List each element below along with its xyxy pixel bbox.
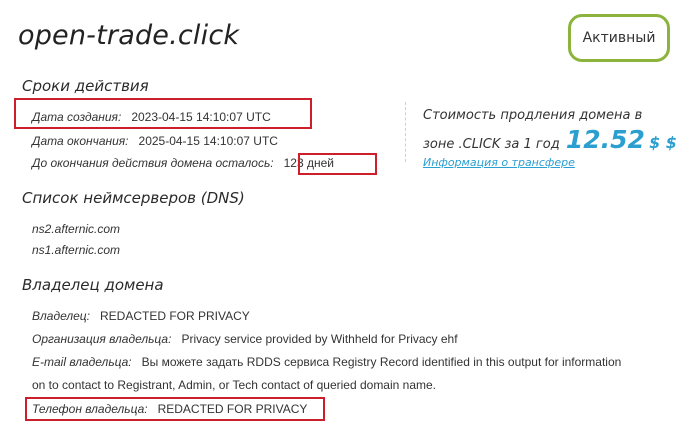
email-label: E-mail владельца: [32, 355, 132, 369]
renewal-price: 12.52 [565, 125, 645, 154]
domain-title: open-trade.click [18, 20, 240, 51]
renewal-currency: $ $ [649, 133, 677, 152]
created-value: 2023-04-15 14:10:07 UTC [131, 110, 271, 124]
nameservers-heading: Список неймсерверов (DNS) [22, 189, 245, 207]
status-badge: Активный [568, 14, 670, 62]
email-value: Вы можете задать RDDS сервиса Registry R… [141, 355, 622, 369]
phone-value: REDACTED FOR PRIVACY [157, 402, 308, 416]
owner-heading: Владелец домена [22, 276, 164, 294]
expires-label: Дата окончания: [32, 134, 129, 148]
validity-heading: Сроки действия [22, 77, 149, 95]
email-value-continued: on to contact to Registrant, Admin, or T… [32, 378, 437, 392]
expires-value: 2025-04-15 14:10:07 UTC [138, 134, 278, 148]
renewal-text-line2: зоне .CLICK за 1 год [423, 137, 560, 152]
remaining-label: До окончания действия домена осталось: [32, 156, 274, 170]
created-label: Дата создания: [32, 110, 122, 124]
remaining-value: 123 дней [283, 156, 334, 170]
section-divider [405, 102, 407, 162]
renewal-text-line2-wrap: зоне .CLICK за 1 год 12.52 $ $ [423, 125, 678, 157]
org-label: Организация владельца: [32, 332, 172, 346]
owner-row: Владелец: REDACTED FOR PRIVACY [32, 309, 250, 323]
nameserver-item: ns1.afternic.com [32, 243, 121, 257]
org-row: Организация владельца: Privacy service pr… [32, 332, 458, 346]
expires-row: Дата окончания: 2025-04-15 14:10:07 UTC [32, 134, 278, 148]
phone-label: Телефон владельца: [32, 402, 148, 416]
nameserver-item: ns2.afternic.com [32, 222, 121, 236]
email-row: E-mail владельца: Вы можете задать RDDS с… [32, 355, 621, 369]
org-value: Privacy service provided by Withheld for… [181, 332, 458, 346]
created-row: Дата создания: 2023-04-15 14:10:07 UTC [32, 110, 271, 124]
owner-value: REDACTED FOR PRIVACY [100, 309, 250, 323]
phone-row: Телефон владельца: REDACTED FOR PRIVACY [32, 402, 307, 416]
owner-label: Владелец: [32, 309, 90, 323]
remaining-row: До окончания действия домена осталось: 12… [32, 156, 334, 170]
renewal-info: Стоимость продления домена в зоне .CLICK… [423, 104, 678, 157]
transfer-info-link[interactable]: Информация о трансфере [423, 156, 575, 169]
